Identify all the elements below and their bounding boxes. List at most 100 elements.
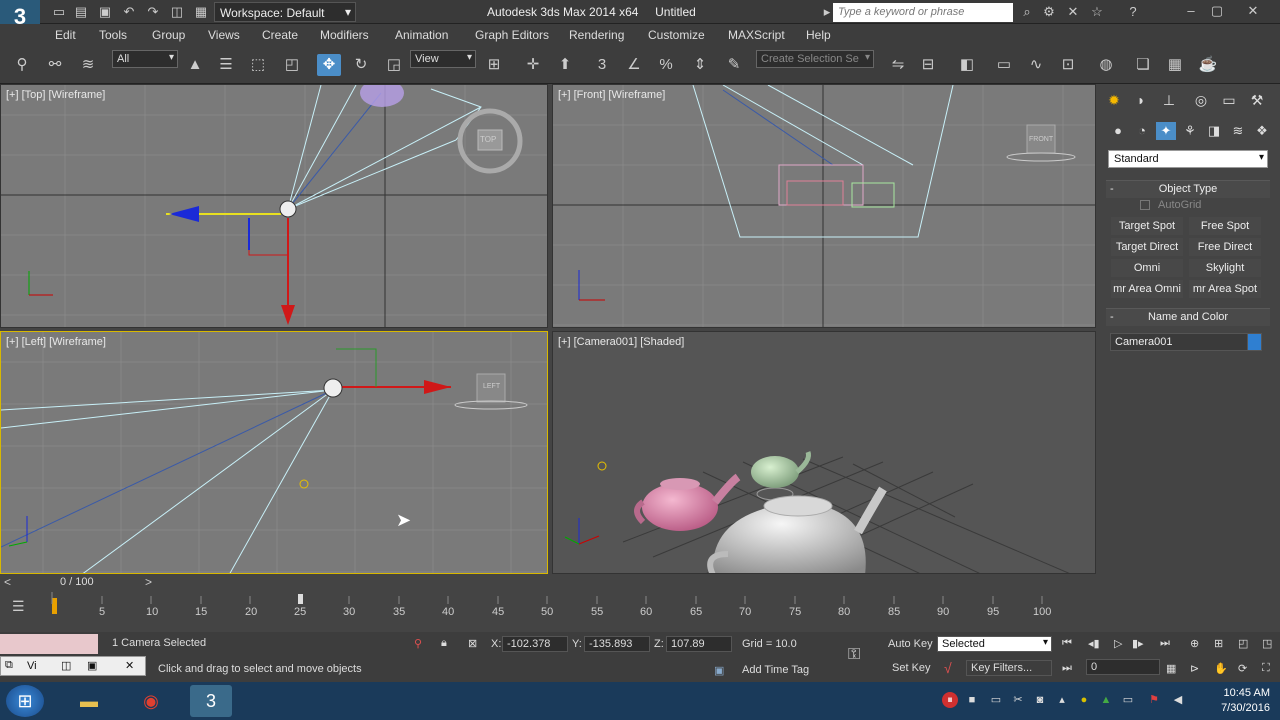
play-icon[interactable]: ▷ [1114,637,1122,650]
shapes-icon[interactable]: ◔ [1132,122,1152,140]
viewport-top[interactable]: [+] [Top] [Wireframe] TOP [0,84,548,328]
free-direct-button[interactable]: Free Direct [1189,238,1261,256]
absolute-mode-icon[interactable]: ⊠ [468,637,477,650]
material-editor-icon[interactable]: ◍ [1094,54,1118,76]
prev-frame-icon[interactable]: ◂▮ [1088,637,1100,650]
link-icon[interactable]: ⚲ [10,54,34,76]
set-key-button[interactable]: Set Key [892,662,931,674]
curve-editor-icon[interactable]: ∿ [1024,54,1048,76]
menu-animation[interactable]: Animation [395,28,448,42]
lock-pin-icon[interactable]: ⚲ [414,637,422,650]
current-frame-field[interactable]: 0 [1086,659,1160,675]
volume-icon[interactable]: ◀ [1170,692,1186,708]
binoculars-icon[interactable]: ⌕ [1018,3,1036,21]
utilities-tab-icon[interactable]: ⚒ [1246,90,1268,110]
pan-icon[interactable]: ✋ [1214,662,1228,675]
z-coordinate-field[interactable]: 107.89 [666,636,732,652]
bind-space-warp-icon[interactable]: ≋ [76,54,100,76]
mini-listener[interactable]: ⧉ Vi ◫ ▣ ✕ [0,656,146,676]
restore-icon[interactable]: ◫ [61,659,71,672]
y-coordinate-field[interactable]: -135.893 [584,636,650,652]
viewport-top-label[interactable]: [+] [Top] [Wireframe] [6,89,105,101]
stop-icon[interactable]: ■ [964,692,980,708]
cut-icon[interactable]: ✂ [1010,692,1026,708]
rotate-icon[interactable]: ↻ [349,54,373,76]
spacewarps-icon[interactable]: ≋ [1228,122,1248,140]
selection-lock-icon[interactable]: 🔒︎ [441,637,447,650]
auto-key-button[interactable]: Auto Key [888,638,933,650]
lights-icon[interactable]: ✦ [1156,122,1176,140]
layer-manager-icon[interactable]: ◧ [955,54,979,76]
key-icon[interactable]: ⚿ [848,646,860,664]
spinner-snap-icon[interactable]: ⇕ [688,54,712,76]
menu-help[interactable]: Help [806,28,831,42]
viewport-left-label[interactable]: [+] [Left] [Wireframe] [6,336,106,348]
geometry-icon[interactable]: ● [1108,122,1128,140]
target-spot-button[interactable]: Target Spot [1111,217,1183,235]
menu-graph-editors[interactable]: Graph Editors [475,28,549,42]
viewport-front[interactable]: [+] [Front] [Wireframe] FRONT [552,84,1096,328]
menu-maxscript[interactable]: MAXScript [728,28,785,42]
show-hidden-icon[interactable]: ▴ [1054,692,1070,708]
mr-area-omni-button[interactable]: mr Area Omni [1111,280,1183,298]
teapot-pink[interactable] [642,483,718,531]
modify-tab-icon[interactable]: ◗ [1130,90,1152,110]
new-file-icon[interactable]: ▭ [50,3,68,21]
help-icon[interactable]: ? [1124,3,1142,21]
camera-tray-icon[interactable]: ◙ [1032,692,1048,708]
alert-icon[interactable]: ⚑ [1146,692,1162,708]
object-name-field[interactable]: Camera001 [1110,333,1248,351]
zoom-extents-icon[interactable]: ◰ [1238,637,1248,650]
viewport-front-label[interactable]: [+] [Front] [Wireframe] [558,89,665,101]
workspace-dropdown[interactable]: Workspace: Default ▾ [214,2,356,22]
maximize-icon[interactable]: ▢ [1204,0,1230,22]
autogrid-checkbox[interactable]: AutoGrid [1140,199,1201,211]
next-frame-icon[interactable]: ▮▸ [1132,637,1144,650]
zoom-extents-all-icon[interactable]: ◳ [1262,637,1272,650]
mirror-icon[interactable]: ⇋ [886,54,910,76]
omni-button[interactable]: Omni [1111,259,1183,277]
select-object-icon[interactable]: ▲ [183,54,207,76]
maxscript-listener-field[interactable] [0,634,98,654]
add-time-tag[interactable]: Add Time Tag [742,664,809,676]
free-spot-button[interactable]: Free Spot [1189,217,1261,235]
project-folder-icon[interactable]: ▦ [192,3,210,21]
open-file-icon[interactable]: ▤ [72,3,90,21]
window-crossing-icon[interactable]: ◰ [280,54,304,76]
menu-views[interactable]: Views [208,28,240,42]
camera-gizmo[interactable] [323,378,343,398]
playhead-marker[interactable] [298,594,303,604]
fov-icon[interactable]: ⊳ [1190,662,1199,675]
name-color-rollout[interactable]: - Name and Color [1106,308,1270,326]
zoom-icon[interactable]: ⊕ [1190,637,1199,650]
maximize-icon[interactable]: ▣ [87,659,97,672]
object-color-swatch[interactable] [1247,333,1262,351]
record-icon[interactable]: ⏸ [942,692,958,708]
select-by-name-icon[interactable]: ☰ [214,54,238,76]
graphite-ribbon-icon[interactable]: ▭ [992,54,1016,76]
key-filters-button[interactable]: Key Filters... [966,660,1052,676]
save-file-icon[interactable]: ▣ [96,3,114,21]
maximize-viewport-icon[interactable]: ⛶ [1262,662,1270,675]
selection-filter-dropdown[interactable]: All ▾ [112,50,178,68]
key-mode-dropdown[interactable]: Selected ▾ [937,636,1052,652]
file-explorer-icon[interactable]: ▬ [68,685,110,717]
target-gizmo[interactable] [299,479,309,489]
hold-icon[interactable]: ◫ [168,3,186,21]
light-icon[interactable] [597,461,607,471]
track-bar-icon[interactable]: ☰ [12,598,25,615]
scale-icon[interactable]: ◲ [382,54,406,76]
viewport-left[interactable]: [+] [Left] [Wireframe] LEFT ➤ [0,331,548,574]
menu-modifiers[interactable]: Modifiers [320,28,369,42]
timeline[interactable]: ☰ 5 10 15 20 25 30 35 40 45 50 55 60 65 … [0,590,1100,630]
selection-region-icon[interactable]: ⬚ [246,54,270,76]
unlink-icon[interactable]: ⚯ [43,54,67,76]
3dsmax-taskbar-icon[interactable]: 3 [190,685,232,717]
reference-coord-dropdown[interactable]: View ▾ [410,50,476,68]
cameras-icon[interactable]: ⚘ [1180,122,1200,140]
close-icon[interactable]: ✕ [125,659,134,672]
orbit-icon[interactable]: ⟳ [1238,662,1247,675]
align-icon[interactable]: ⊟ [916,54,940,76]
menu-group[interactable]: Group [152,28,185,42]
named-selection-dropdown[interactable]: Create Selection Se ▾ [756,50,874,68]
